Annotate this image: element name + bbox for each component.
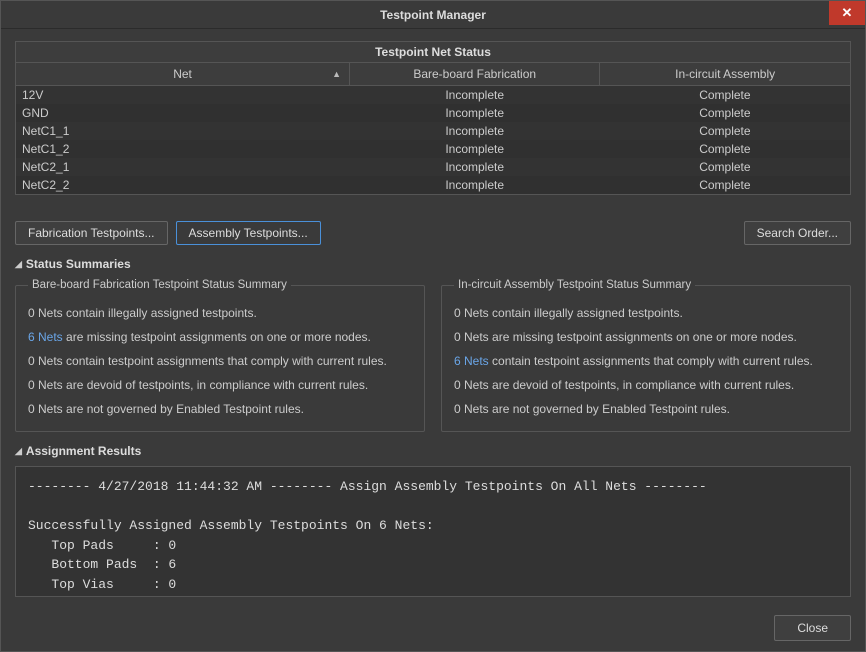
nets-count: 0 Nets: [454, 306, 489, 320]
cell-net: NetC1_1: [16, 122, 350, 140]
cell-fab: Incomplete: [350, 176, 600, 194]
cell-net: NetC1_2: [16, 140, 350, 158]
cell-asm: Complete: [600, 122, 850, 140]
assembly-summary-line: 6 Nets contain testpoint assignments tha…: [454, 349, 838, 373]
nets-count: 0 Nets: [28, 402, 63, 416]
window-title: Testpoint Manager: [380, 8, 486, 22]
cell-fab: Incomplete: [350, 140, 600, 158]
assembly-summary-line: 0 Nets are not governed by Enabled Testp…: [454, 397, 838, 421]
cell-asm: Complete: [600, 158, 850, 176]
fabrication-testpoints-button[interactable]: Fabrication Testpoints...: [15, 221, 168, 245]
collapse-icon: ◢: [15, 259, 22, 270]
net-status-table: Net ▲ Bare-board Fabrication In-circuit …: [16, 63, 850, 194]
table-row[interactable]: 12VIncompleteComplete: [16, 86, 850, 105]
nets-count: 0 Nets: [454, 378, 489, 392]
fabrication-summary-line: 0 Nets are not governed by Enabled Testp…: [28, 397, 412, 421]
column-header-net[interactable]: Net ▲: [16, 63, 350, 86]
status-summaries-panel: Bare-board Fabrication Testpoint Status …: [15, 279, 851, 432]
status-summaries-header[interactable]: ◢ Status Summaries: [15, 257, 851, 271]
search-order-button[interactable]: Search Order...: [744, 221, 851, 245]
table-row[interactable]: NetC1_2IncompleteComplete: [16, 140, 850, 158]
cell-net: GND: [16, 104, 350, 122]
cell-net: 12V: [16, 86, 350, 105]
window-close-button[interactable]: ✕: [829, 1, 865, 25]
table-title: Testpoint Net Status: [16, 42, 850, 63]
table-row[interactable]: NetC2_2IncompleteComplete: [16, 176, 850, 194]
summary-text: are devoid of testpoints, in compliance …: [63, 378, 368, 392]
summary-text: contain illegally assigned testpoints.: [489, 306, 683, 320]
assembly-summary-line: 0 Nets contain illegally assigned testpo…: [454, 301, 838, 325]
column-header-assembly[interactable]: In-circuit Assembly: [600, 63, 850, 86]
nets-count: 6 Nets: [28, 330, 63, 344]
assignment-results-header[interactable]: ◢ Assignment Results: [15, 444, 851, 458]
assignment-results-text[interactable]: -------- 4/27/2018 11:44:32 AM -------- …: [15, 466, 851, 597]
close-icon: ✕: [842, 5, 853, 21]
cell-asm: Complete: [600, 176, 850, 194]
testpoint-manager-window: Testpoint Manager ✕ Testpoint Net Status…: [0, 0, 866, 652]
fabrication-summary-legend: Bare-board Fabrication Testpoint Status …: [28, 279, 291, 291]
assembly-summary-legend: In-circuit Assembly Testpoint Status Sum…: [454, 279, 695, 291]
summary-text: are devoid of testpoints, in compliance …: [489, 378, 794, 392]
cell-fab: Incomplete: [350, 104, 600, 122]
content-area: Testpoint Net Status Net ▲ Bare-board Fa…: [1, 29, 865, 607]
table-row[interactable]: NetC1_1IncompleteComplete: [16, 122, 850, 140]
cell-net: NetC2_2: [16, 176, 350, 194]
titlebar: Testpoint Manager ✕: [1, 1, 865, 29]
assembly-summary-line: 0 Nets are missing testpoint assignments…: [454, 325, 838, 349]
collapse-icon: ◢: [15, 446, 22, 457]
net-status-table-wrap: Testpoint Net Status Net ▲ Bare-board Fa…: [15, 41, 851, 195]
cell-fab: Incomplete: [350, 122, 600, 140]
assembly-summary-line: 0 Nets are devoid of testpoints, in comp…: [454, 373, 838, 397]
table-row[interactable]: NetC2_1IncompleteComplete: [16, 158, 850, 176]
toolbar-row: Fabrication Testpoints... Assembly Testp…: [15, 221, 851, 245]
nets-count: 6 Nets: [454, 354, 489, 368]
summary-text: are missing testpoint assignments on one…: [489, 330, 797, 344]
column-header-fabrication[interactable]: Bare-board Fabrication: [350, 63, 600, 86]
summary-text: are not governed by Enabled Testpoint ru…: [489, 402, 730, 416]
summary-text: are not governed by Enabled Testpoint ru…: [63, 402, 304, 416]
footer: Close: [1, 607, 865, 651]
summary-text: contain illegally assigned testpoints.: [63, 306, 257, 320]
nets-count: 0 Nets: [28, 354, 63, 368]
fabrication-summary-line: 0 Nets contain illegally assigned testpo…: [28, 301, 412, 325]
cell-asm: Complete: [600, 104, 850, 122]
cell-asm: Complete: [600, 86, 850, 105]
assembly-testpoints-button[interactable]: Assembly Testpoints...: [176, 221, 321, 245]
cell-fab: Incomplete: [350, 86, 600, 105]
fabrication-summary-line: 0 Nets are devoid of testpoints, in comp…: [28, 373, 412, 397]
nets-count: 0 Nets: [454, 330, 489, 344]
fabrication-summary-box: Bare-board Fabrication Testpoint Status …: [15, 279, 425, 432]
nets-count: 0 Nets: [28, 306, 63, 320]
summary-text: are missing testpoint assignments on one…: [63, 330, 371, 344]
nets-count: 0 Nets: [28, 378, 63, 392]
summary-text: contain testpoint assignments that compl…: [63, 354, 387, 368]
summary-text: contain testpoint assignments that compl…: [489, 354, 813, 368]
cell-fab: Incomplete: [350, 158, 600, 176]
table-row[interactable]: GNDIncompleteComplete: [16, 104, 850, 122]
fabrication-summary-line: 6 Nets are missing testpoint assignments…: [28, 325, 412, 349]
cell-asm: Complete: [600, 140, 850, 158]
nets-count: 0 Nets: [454, 402, 489, 416]
close-button[interactable]: Close: [774, 615, 851, 641]
cell-net: NetC2_1: [16, 158, 350, 176]
sort-asc-icon: ▲: [332, 69, 341, 79]
assembly-summary-box: In-circuit Assembly Testpoint Status Sum…: [441, 279, 851, 432]
fabrication-summary-line: 0 Nets contain testpoint assignments tha…: [28, 349, 412, 373]
